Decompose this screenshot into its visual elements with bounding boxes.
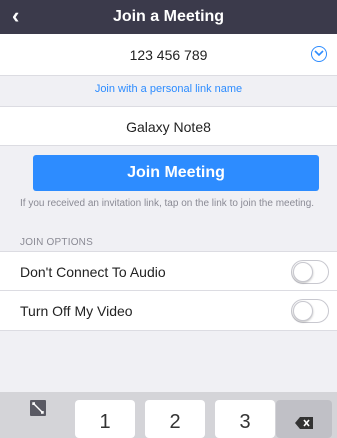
name-field-row[interactable]: Galaxy Note8	[0, 106, 337, 146]
key-1[interactable]: 1	[75, 400, 135, 438]
option-label-audio: Don't Connect To Audio	[20, 264, 166, 280]
backspace-key[interactable]	[276, 400, 332, 438]
option-row-video: Turn Off My Video	[0, 291, 337, 331]
meeting-id-row[interactable]: 123 456 789	[0, 34, 337, 76]
personal-link-button[interactable]: Join with a personal link name	[0, 83, 337, 95]
join-meeting-button[interactable]: Join Meeting	[33, 155, 319, 191]
backspace-icon	[295, 417, 313, 429]
option-label-video: Turn Off My Video	[20, 303, 133, 319]
toggle-knob	[293, 301, 313, 321]
expand-icon[interactable]	[30, 400, 46, 416]
screen-name-input[interactable]: Galaxy Note8	[0, 119, 337, 135]
toggle-knob	[293, 262, 313, 282]
video-toggle[interactable]	[291, 299, 329, 323]
invitation-hint: If you received an invitation link, tap …	[20, 198, 315, 209]
keyboard: 1 2 3	[0, 392, 337, 438]
meeting-id-input[interactable]: 123 456 789	[0, 47, 337, 63]
header-bar: ‹ Join a Meeting	[0, 0, 337, 34]
key-3[interactable]: 3	[215, 400, 275, 438]
audio-toggle[interactable]	[291, 260, 329, 284]
key-2[interactable]: 2	[145, 400, 205, 438]
join-options-heading: JOIN OPTIONS	[20, 237, 93, 248]
page-title: Join a Meeting	[112, 8, 225, 25]
chevron-down-icon[interactable]	[311, 46, 327, 62]
option-row-audio: Don't Connect To Audio	[0, 251, 337, 291]
